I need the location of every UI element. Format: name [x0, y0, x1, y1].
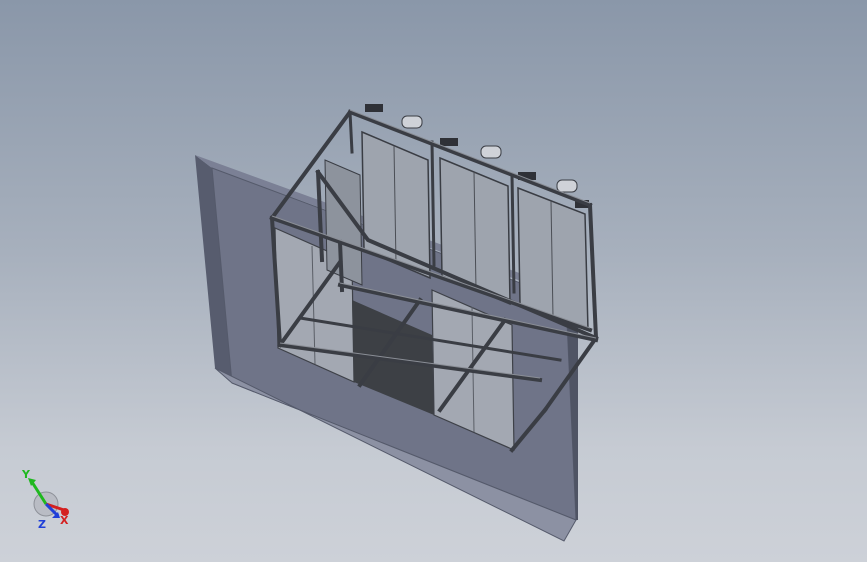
y-axis-label: Y — [21, 468, 31, 481]
bracket-1 — [365, 104, 383, 112]
roller-3 — [556, 179, 578, 193]
graphics-viewport[interactable]: Y X Z — [0, 0, 867, 562]
coordinate-triad[interactable]: Y X Z — [18, 468, 82, 532]
frame-top-right — [587, 202, 599, 341]
3d-model-view[interactable] — [0, 0, 867, 562]
frame-post-5 — [348, 110, 354, 154]
bracket-2 — [440, 138, 458, 146]
z-axis-label: Z — [38, 518, 46, 531]
frame-post-7 — [510, 173, 516, 294]
roller-1 — [401, 115, 423, 129]
x-axis-label: X — [60, 514, 69, 527]
roller-2 — [480, 145, 502, 159]
frame-post-6 — [430, 140, 436, 267]
